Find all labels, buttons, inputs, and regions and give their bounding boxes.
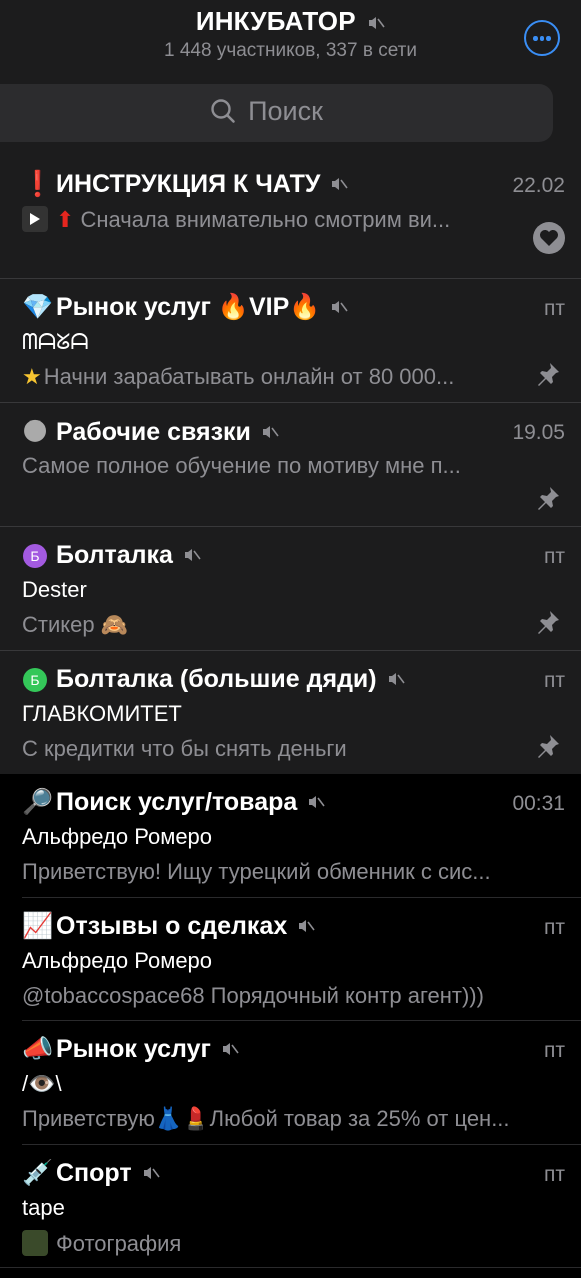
member-count: 1 448 участников, 337 в сети bbox=[164, 40, 417, 61]
chat-row-boltalka-big[interactable]: Б Болталка (большие дяди) пт ГЛАВКОМИТЕТ … bbox=[0, 651, 581, 774]
chat-list: ❗ ИНСТРУКЦИЯ К ЧАТУ 22.02 ⬆ Сначала внимат… bbox=[0, 156, 581, 1268]
exclamation-icon: ❗ bbox=[22, 170, 54, 198]
chat-name: Поиск услуг/товара bbox=[56, 788, 298, 816]
chat-row-vip-market[interactable]: 💎 Рынок услуг 🔥VIP🔥 пт ᗰᗩᘜᗩ ★Начни зараба… bbox=[0, 279, 581, 403]
chat-sender: Альфредо Ромеро bbox=[22, 824, 213, 849]
chat-time: пт bbox=[544, 545, 565, 568]
chat-preview: Сначала внимательно смотрим ви... bbox=[80, 207, 451, 232]
chat-row-instruction[interactable]: ❗ ИНСТРУКЦИЯ К ЧАТУ 22.02 ⬆ Сначала внимат… bbox=[0, 156, 581, 279]
chat-sender: /👁️\ bbox=[22, 1071, 62, 1096]
chat-preview: Фотография bbox=[56, 1231, 182, 1256]
chat-time: 00:31 bbox=[512, 792, 565, 815]
muted-icon bbox=[261, 419, 279, 448]
chat-time: пт bbox=[544, 297, 565, 320]
search-placeholder: Поиск bbox=[248, 96, 323, 126]
muted-icon bbox=[183, 542, 201, 571]
chat-sender: Dester bbox=[22, 577, 87, 602]
muted-icon bbox=[221, 1036, 239, 1065]
red-arrow-icon: ⬆ bbox=[56, 207, 75, 232]
chat-name: Рынок услуг bbox=[56, 1035, 211, 1063]
chat-time: пт bbox=[544, 1163, 565, 1186]
chat-name: Рабочие связки bbox=[56, 418, 251, 446]
pin-icon bbox=[538, 363, 559, 386]
chat-row-services-market[interactable]: 📣 Рынок услуг пт /👁️\ Приветствую👗💄Любой … bbox=[0, 1021, 581, 1145]
more-options-button[interactable] bbox=[524, 20, 560, 56]
muted-icon bbox=[387, 666, 405, 695]
chat-time: пт bbox=[544, 916, 565, 939]
chat-row-deal-reviews[interactable]: 📈 Отзывы о сделках пт Альфредо Ромеро @to… bbox=[0, 898, 581, 1021]
photo-thumbnail bbox=[22, 1230, 48, 1256]
diamond-icon: 💎 bbox=[22, 293, 54, 321]
chat-sender: ГЛАВКОМИТЕТ bbox=[22, 701, 182, 726]
chat-preview: @tobaccospace68 Порядочный контр агент))… bbox=[22, 983, 484, 1008]
chat-time: пт bbox=[544, 1039, 565, 1062]
magnifier-icon: 🔎 bbox=[22, 788, 54, 816]
syringe-icon: 💉 bbox=[22, 1159, 54, 1187]
chat-row-work-schemes[interactable]: 🌑 Рабочие связки 19.05 Самое полное обуче… bbox=[0, 403, 581, 527]
muted-icon bbox=[330, 294, 349, 323]
chat-name: Отзывы о сделках bbox=[56, 912, 288, 940]
chat-name: Болталка (большие дяди) bbox=[56, 665, 377, 693]
pin-icon bbox=[538, 611, 559, 634]
heart-reaction-icon[interactable] bbox=[533, 222, 565, 254]
muted-icon bbox=[367, 8, 385, 39]
chat-name: ИНСТРУКЦИЯ К ЧАТУ bbox=[56, 170, 321, 198]
chat-row-search-services[interactable]: 🔎 Поиск услуг/товара 00:31 Альфредо Ромер… bbox=[0, 774, 581, 898]
muted-icon bbox=[297, 913, 315, 942]
chart-up-icon: 📈 bbox=[22, 912, 54, 940]
chat-time: 22.02 bbox=[512, 174, 565, 197]
chat-time: пт bbox=[544, 669, 565, 692]
chat-preview: Начни зарабатывать онлайн от 80 000... bbox=[43, 364, 455, 389]
muted-icon bbox=[330, 171, 349, 200]
megaphone-icon: 📣 bbox=[22, 1035, 54, 1063]
chat-sender: Альфредо Ромеро bbox=[22, 948, 213, 973]
pin-icon bbox=[538, 487, 559, 510]
group-title[interactable]: ИНКУБАТОР bbox=[0, 6, 581, 39]
chat-row-boltalka[interactable]: Б Болталка пт Dester Стикер 🙈 bbox=[0, 527, 581, 651]
chat-sender: tape bbox=[22, 1195, 65, 1220]
chat-row-sport[interactable]: 💉 Спорт пт tape Фотография bbox=[0, 1145, 581, 1268]
chat-preview: Приветствую👗💄Любой товар за 25% от цен..… bbox=[22, 1106, 510, 1131]
pin-icon bbox=[538, 735, 559, 758]
chat-preview: Приветствую! Ищу турецкий обменник с сис… bbox=[22, 859, 491, 884]
star-icon: ★ bbox=[22, 364, 42, 389]
letter-b-green-icon: Б bbox=[22, 665, 48, 694]
muted-icon bbox=[142, 1160, 160, 1189]
chat-time: 19.05 bbox=[512, 421, 565, 444]
search-icon bbox=[211, 99, 235, 123]
letter-b-purple-icon: Б bbox=[22, 541, 48, 570]
muted-icon bbox=[307, 789, 325, 818]
chat-header: ИНКУБАТОР 1 448 участников, 337 в сети П… bbox=[0, 0, 581, 156]
chat-sender: ᗰᗩᘜᗩ bbox=[22, 329, 89, 354]
chat-name: Рынок услуг 🔥VIP🔥 bbox=[56, 293, 321, 321]
moon-icon: 🌑 bbox=[22, 418, 49, 446]
chat-name: Болталка bbox=[56, 541, 173, 569]
chat-preview: Самое полное обучение по мотиву мне п... bbox=[22, 453, 461, 478]
chat-preview: Стикер 🙈 bbox=[22, 612, 129, 637]
search-bar[interactable]: Поиск bbox=[0, 84, 553, 142]
chat-preview: С кредитки что бы снять деньги bbox=[22, 736, 347, 761]
video-thumbnail bbox=[22, 206, 48, 232]
chat-name: Спорт bbox=[56, 1159, 132, 1187]
